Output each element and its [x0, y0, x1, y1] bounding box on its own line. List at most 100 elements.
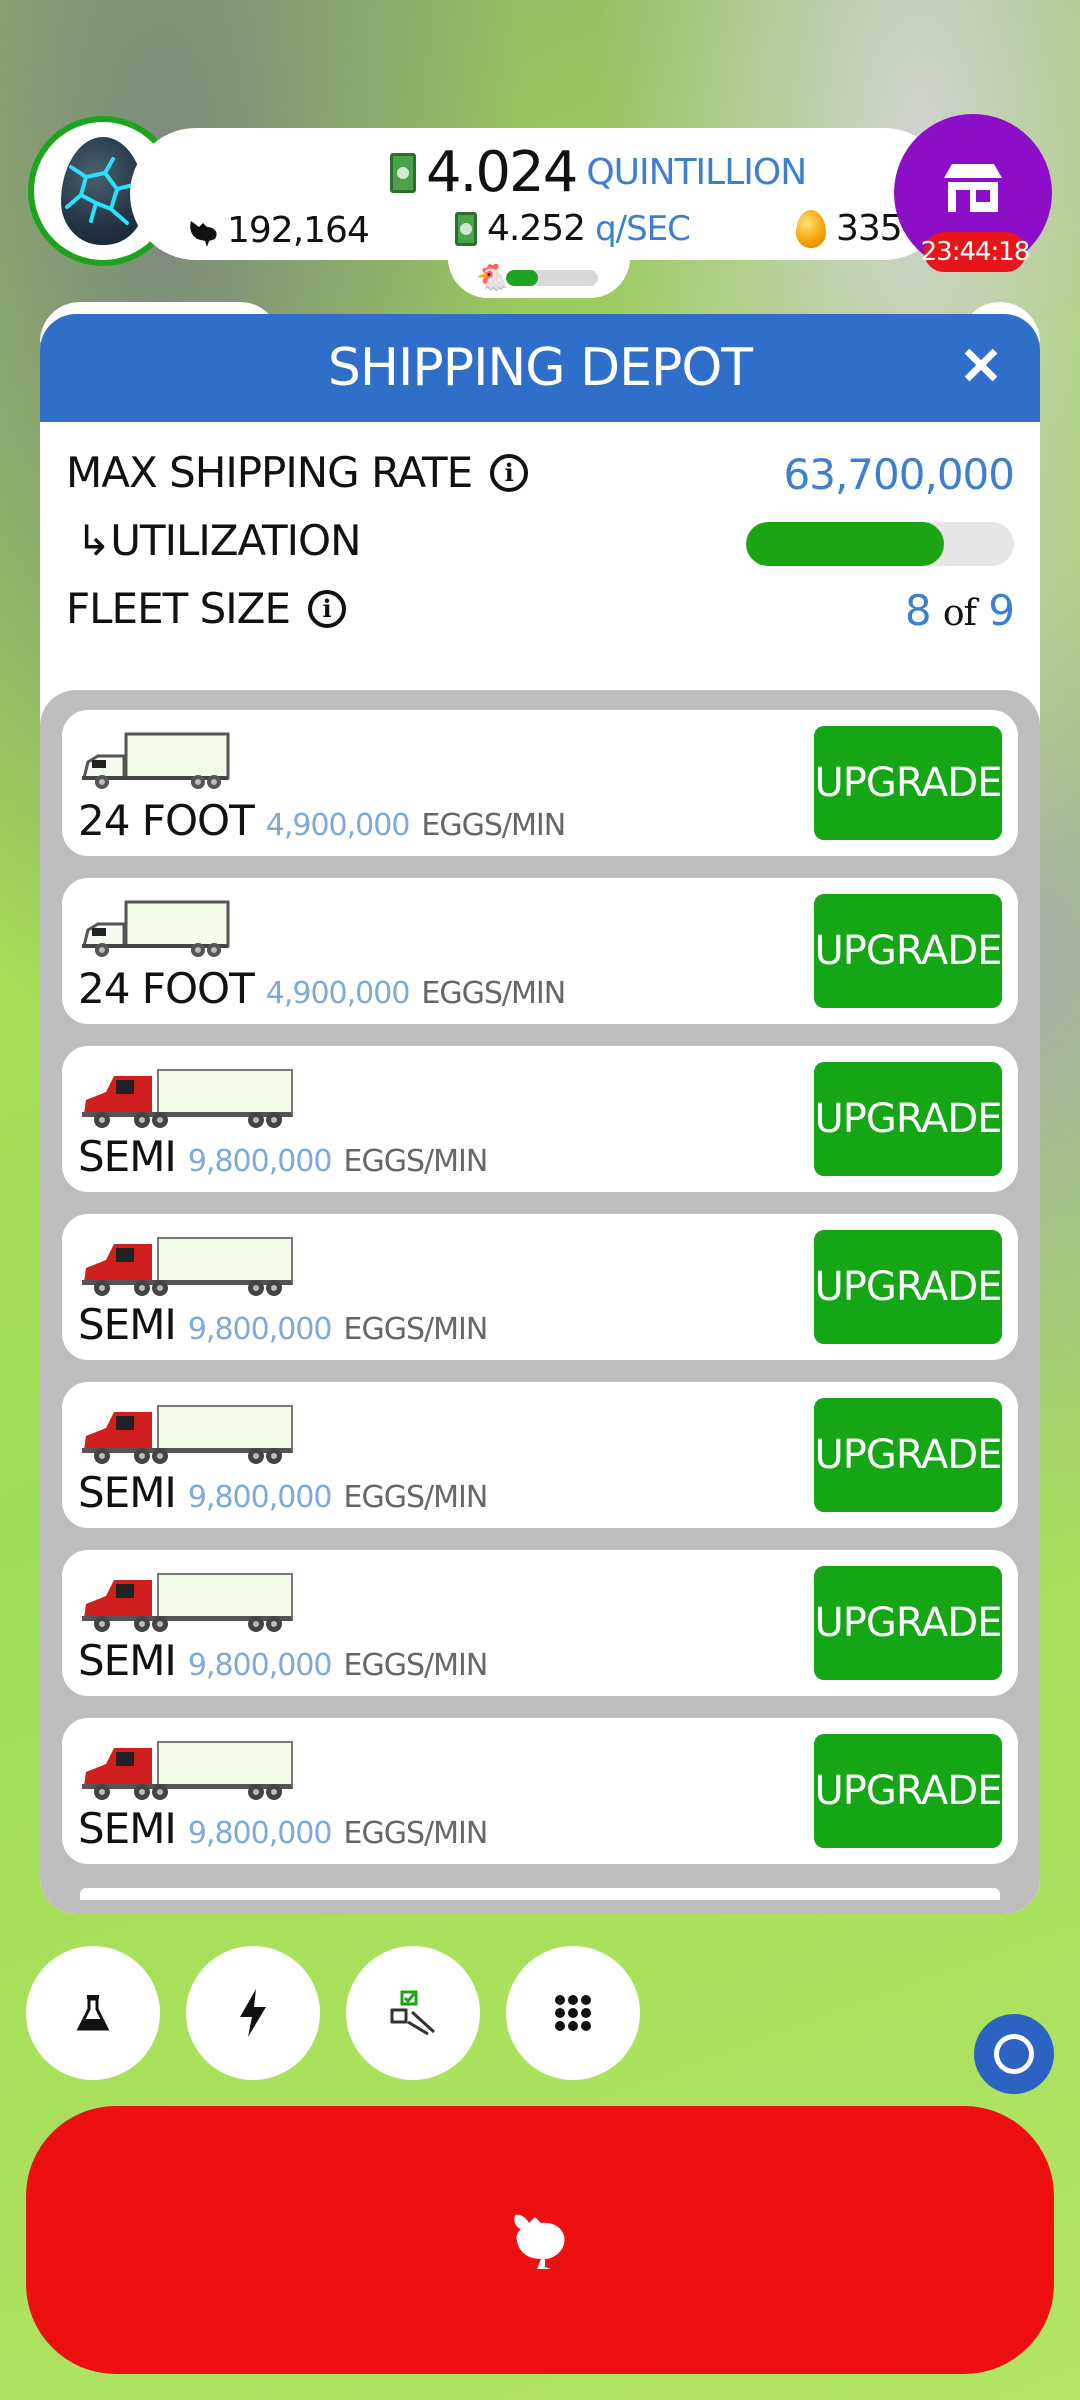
list-item: SEMI 9,800,000 EGGS/MIN UPGRADE	[62, 1046, 1018, 1192]
close-button[interactable]: ✕	[958, 338, 1004, 396]
hab-capacity-bar	[506, 270, 598, 286]
golden-egg-value: 335	[836, 208, 903, 249]
truck-name: SEMI	[78, 1132, 177, 1181]
golden-egg-icon	[796, 209, 826, 248]
list-item: 24 FOOT 4,900,000 EGGS/MIN UPGRADE	[62, 878, 1018, 1024]
truck-rate: 4,900,000	[265, 976, 411, 1011]
upgrade-button[interactable]: UPGRADE	[814, 1062, 1003, 1176]
boost-icon	[240, 1989, 266, 2037]
rate-value: 4.252	[487, 208, 586, 249]
list-item: SEMI 9,800,000 EGGS/MIN UPGRADE	[62, 1550, 1018, 1696]
missions-button[interactable]	[346, 1946, 480, 2080]
semi-truck-icon	[80, 1572, 294, 1641]
panel-header: SHIPPING DEPOT ✕	[40, 314, 1040, 422]
upgrade-button[interactable]: UPGRADE	[814, 1734, 1003, 1848]
research-icon	[76, 1995, 110, 2031]
money-value: 4.024	[426, 140, 578, 205]
money-unit: QUINTILLION	[586, 152, 807, 193]
box-truck-icon	[80, 900, 230, 965]
truck-rate: 9,800,000	[187, 1480, 333, 1515]
truck-rate-unit: EGGS/MIN	[343, 1144, 489, 1179]
info-icon[interactable]: i	[490, 453, 529, 492]
semi-truck-icon	[80, 1404, 294, 1473]
money-display: 4.024 QUINTILLION	[390, 140, 807, 205]
cash-icon	[455, 211, 477, 246]
hatch-chicken-button[interactable]	[26, 2106, 1054, 2374]
boost-button[interactable]	[186, 1946, 320, 2080]
truck-name: SEMI	[78, 1636, 177, 1685]
missions-icon	[390, 1990, 436, 2036]
assist-button[interactable]	[974, 2014, 1054, 2094]
truck-name: 24 FOOT	[78, 964, 255, 1013]
shop-icon	[944, 164, 1002, 212]
fleet-size-row: FLEET SIZE i	[66, 584, 346, 633]
truck-info: SEMI 9,800,000 EGGS/MIN	[78, 1132, 489, 1181]
circle-icon	[994, 2034, 1034, 2074]
upgrade-button[interactable]: UPGRADE	[814, 1566, 1003, 1680]
truck-rate-unit: EGGS/MIN	[343, 1480, 489, 1515]
fleet-current: 8	[904, 586, 932, 635]
truck-rate: 9,800,000	[187, 1312, 333, 1347]
info-icon[interactable]: i	[308, 589, 346, 628]
research-button[interactable]	[26, 1946, 160, 2080]
upgrade-button[interactable]: UPGRADE	[814, 1230, 1003, 1344]
income-rate: 4.252 q/SEC	[455, 208, 691, 249]
upgrade-button[interactable]: UPGRADE	[814, 1398, 1003, 1512]
menu-button[interactable]	[506, 1946, 640, 2080]
list-item: SEMI 9,800,000 EGGS/MIN UPGRADE	[62, 1718, 1018, 1864]
utilization-fill	[746, 522, 945, 566]
max-shipping-rate-row: MAX SHIPPING RATE i	[66, 448, 529, 497]
truck-info: SEMI 9,800,000 EGGS/MIN	[78, 1804, 489, 1853]
truck-rate-unit: EGGS/MIN	[343, 1312, 489, 1347]
truck-name: SEMI	[78, 1804, 177, 1853]
shop-timer: 23:44:18	[921, 232, 1030, 272]
truck-rate-unit: EGGS/MIN	[421, 976, 566, 1011]
utilization-row: ↳UTILIZATION	[76, 516, 362, 565]
truck-info: SEMI 9,800,000 EGGS/MIN	[78, 1468, 489, 1517]
panel-title: SHIPPING DEPOT	[327, 338, 753, 398]
rate-unit: q/SEC	[595, 208, 691, 249]
utilization-label: ↳UTILIZATION	[76, 516, 362, 565]
fleet-size-label: FLEET SIZE	[66, 584, 291, 633]
truck-name: SEMI	[78, 1468, 177, 1517]
list-item: SEMI 9,800,000 EGGS/MIN UPGRADE	[62, 1382, 1018, 1528]
fleet-size-value: 8 of 9	[904, 586, 1015, 635]
truck-rate: 4,900,000	[265, 808, 411, 843]
semi-truck-icon	[80, 1236, 294, 1305]
hab-capacity-tab[interactable]: 🐔	[448, 250, 630, 298]
fleet-list[interactable]: 24 FOOT 4,900,000 EGGS/MIN UPGRADE 24 FOOT 4,…	[40, 690, 1040, 1914]
chicken-icon: 🐔	[476, 262, 509, 292]
chicken-count-value: 192,164	[227, 210, 370, 251]
semi-truck-icon	[80, 1740, 294, 1809]
chicken-icon	[514, 2214, 565, 2269]
box-truck-icon	[80, 732, 230, 797]
fleet-of: of	[942, 593, 977, 634]
truck-info: SEMI 9,800,000 EGGS/MIN	[78, 1636, 489, 1685]
shipping-depot-panel: SHIPPING DEPOT ✕ MAX SHIPPING RATE i 63,…	[40, 314, 1040, 1914]
truck-rate: 9,800,000	[187, 1144, 333, 1179]
truck-rate: 9,800,000	[187, 1648, 333, 1683]
list-item: SEMI 9,800,000 EGGS/MIN UPGRADE	[62, 1214, 1018, 1360]
fleet-max: 9	[988, 586, 1015, 635]
cash-icon	[390, 152, 416, 193]
hab-capacity-fill	[506, 270, 539, 286]
chicken-count: 192,164	[185, 210, 370, 251]
truck-info: SEMI 9,800,000 EGGS/MIN	[78, 1300, 489, 1349]
truck-rate-unit: EGGS/MIN	[421, 808, 566, 843]
upgrade-button[interactable]: UPGRADE	[814, 726, 1003, 840]
truck-info: 24 FOOT 4,900,000 EGGS/MIN	[78, 964, 566, 1013]
truck-info: 24 FOOT 4,900,000 EGGS/MIN	[78, 796, 566, 845]
truck-name: SEMI	[78, 1300, 177, 1349]
golden-egg-count: 335	[796, 208, 903, 249]
semi-truck-icon	[80, 1068, 294, 1137]
list-item: 24 FOOT 4,900,000 EGGS/MIN UPGRADE	[62, 710, 1018, 856]
list-item-peek	[80, 1888, 1000, 1900]
upgrade-button[interactable]: UPGRADE	[814, 894, 1003, 1008]
truck-rate: 9,800,000	[187, 1816, 333, 1851]
max-shipping-rate-label: MAX SHIPPING RATE	[66, 448, 473, 497]
truck-name: 24 FOOT	[78, 796, 255, 845]
menu-grid-icon	[555, 1995, 591, 2031]
truck-rate-unit: EGGS/MIN	[343, 1816, 489, 1851]
chicken-icon	[190, 220, 217, 247]
truck-rate-unit: EGGS/MIN	[343, 1648, 489, 1683]
